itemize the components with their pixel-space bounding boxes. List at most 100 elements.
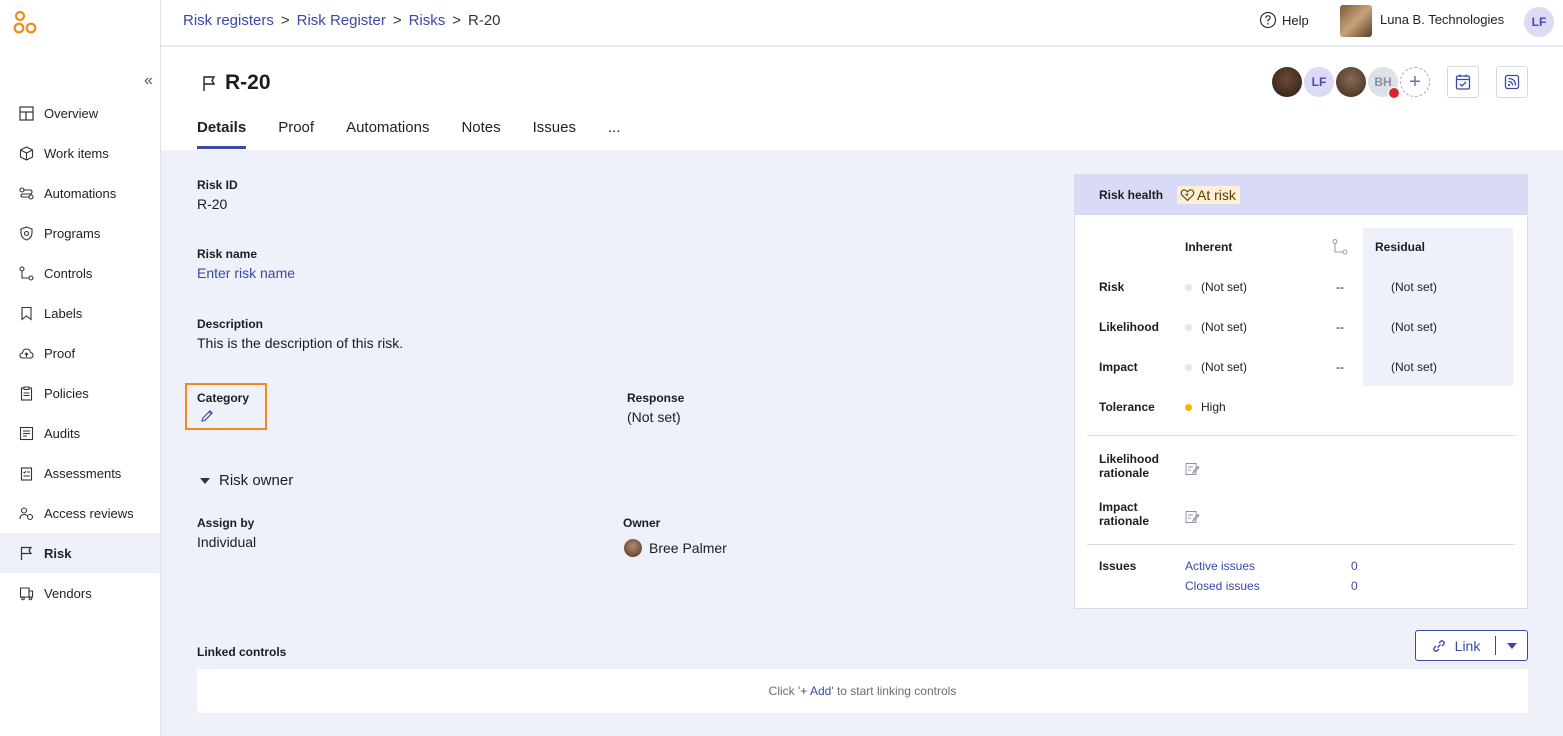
tab-notes[interactable]: Notes: [461, 119, 500, 149]
sidebar-item-label: Proof: [44, 345, 76, 361]
sidebar-item-policies[interactable]: Policies: [0, 373, 160, 413]
breadcrumb-separator: >: [280, 12, 290, 29]
sidebar-item-controls[interactable]: Controls: [0, 253, 160, 293]
likelihood-residual-value[interactable]: (Not set): [1391, 320, 1437, 334]
active-issues-link[interactable]: Active issues: [1185, 559, 1255, 573]
flow-icon[interactable]: [1331, 238, 1349, 256]
assessment-icon: [18, 465, 35, 482]
divider: [1087, 544, 1515, 545]
risk-health-panel: Risk health At risk Inherent Residual Ri…: [1074, 174, 1528, 609]
value-text: (Not set): [1201, 320, 1248, 334]
inherent-header: Inherent: [1185, 240, 1233, 254]
collaborator-avatar-bh[interactable]: BH: [1368, 67, 1400, 99]
audit-icon: [18, 425, 35, 442]
owner-avatar: [624, 539, 642, 557]
task-button[interactable]: [1447, 66, 1479, 98]
impact-inherent-value[interactable]: (Not set): [1185, 360, 1247, 374]
value-text: (Not set): [1201, 280, 1248, 294]
page-header: R-20 Details Proof Automations Notes Iss…: [161, 47, 1563, 150]
collaborator-avatar-lf[interactable]: LF: [1304, 67, 1334, 97]
tolerance-value[interactable]: High: [1185, 400, 1226, 414]
description-value[interactable]: This is the description of this risk.: [197, 335, 403, 351]
add-control-link[interactable]: + Add: [800, 684, 831, 698]
sidebar-item-proof[interactable]: Proof: [0, 333, 160, 373]
feed-button[interactable]: [1496, 66, 1528, 98]
cloud-icon: [18, 345, 35, 362]
label-line: Likelihood: [1099, 452, 1159, 466]
sidebar-item-overview[interactable]: Overview: [0, 93, 160, 133]
sidebar-item-programs[interactable]: Programs: [0, 213, 160, 253]
likelihood-rationale-label: Likelihood rationale: [1099, 452, 1159, 480]
closed-issues-count[interactable]: 0: [1351, 579, 1358, 593]
sidebar-item-risk[interactable]: Risk: [0, 533, 160, 573]
risk-name-input[interactable]: Enter risk name: [197, 265, 295, 281]
collaborator-avatar[interactable]: [1336, 67, 1366, 97]
risk-owner-toggle[interactable]: Risk owner: [199, 472, 293, 489]
edit-note-icon[interactable]: [1185, 462, 1200, 476]
breadcrumb-separator: >: [452, 12, 462, 29]
tab-details[interactable]: Details: [197, 119, 247, 149]
owner-name: Bree Palmer: [649, 540, 727, 556]
linked-controls-label: Linked controls: [197, 645, 287, 659]
caret-down-icon: [200, 477, 210, 484]
link-button-label: Link: [1454, 637, 1481, 654]
tab-issues[interactable]: Issues: [533, 119, 576, 149]
link-button[interactable]: Link: [1416, 636, 1496, 655]
value-text: High: [1201, 400, 1226, 414]
page-title: R-20: [201, 71, 271, 95]
org-avatar[interactable]: [1340, 5, 1372, 37]
level-dot: [1185, 323, 1192, 331]
breadcrumb-risk-registers[interactable]: Risk registers: [183, 12, 274, 29]
response-value[interactable]: (Not set): [627, 409, 681, 425]
label-line: rationale: [1099, 514, 1150, 528]
owner-value[interactable]: Bree Palmer: [624, 539, 727, 557]
tolerance-dot: [1185, 403, 1192, 411]
vendor-icon: [18, 585, 35, 602]
closed-issues-link[interactable]: Closed issues: [1185, 579, 1260, 593]
divider: [1087, 435, 1515, 436]
impact-residual-value[interactable]: (Not set): [1391, 360, 1437, 374]
sidebar-item-automations[interactable]: Automations: [0, 173, 160, 213]
pencil-icon[interactable]: [199, 408, 215, 424]
sidebar-item-label: Programs: [44, 225, 101, 241]
tab-proof[interactable]: Proof: [278, 119, 314, 149]
sidebar-nav: Overview Work items Automations Programs…: [0, 93, 160, 613]
tab-more[interactable]: ...: [608, 119, 621, 149]
risk-residual-value[interactable]: (Not set): [1391, 280, 1437, 294]
help-button[interactable]: Help: [1259, 11, 1309, 29]
controls-icon: [18, 265, 35, 282]
breadcrumb-risk-register[interactable]: Risk Register: [297, 12, 386, 29]
empty-prefix: Click ': [768, 684, 801, 698]
label-line: rationale: [1099, 466, 1150, 480]
shield-icon: [18, 225, 35, 242]
access-review-icon: [18, 505, 35, 522]
breadcrumb-risks[interactable]: Risks: [409, 12, 446, 29]
sidebar-item-access-reviews[interactable]: Access reviews: [0, 493, 160, 533]
app-logo-icon[interactable]: [13, 10, 39, 36]
likelihood-mid-value: --: [1336, 320, 1344, 334]
status-badge: At risk: [1177, 186, 1240, 204]
active-issues-count[interactable]: 0: [1351, 559, 1358, 573]
sidebar-item-label: Controls: [44, 265, 93, 281]
flag-icon: [18, 545, 35, 562]
assign-by-value[interactable]: Individual: [197, 534, 256, 550]
risk-health-header: Risk health At risk: [1075, 175, 1527, 215]
add-collaborator-button[interactable]: +: [1400, 67, 1430, 97]
likelihood-inherent-value[interactable]: (Not set): [1185, 320, 1247, 334]
link-dropdown-button[interactable]: [1496, 642, 1527, 650]
edit-note-icon[interactable]: [1185, 510, 1200, 524]
org-name[interactable]: Luna B. Technologies: [1380, 12, 1504, 27]
sidebar-item-label: Assessments: [44, 465, 122, 481]
sidebar-item-labels[interactable]: Labels: [0, 293, 160, 333]
sidebar-item-vendors[interactable]: Vendors: [0, 573, 160, 613]
sidebar-item-work-items[interactable]: Work items: [0, 133, 160, 173]
likelihood-row-label: Likelihood: [1099, 320, 1159, 334]
risk-inherent-value[interactable]: (Not set): [1185, 280, 1247, 294]
sidebar-item-assessments[interactable]: Assessments: [0, 453, 160, 493]
sidebar-item-audits[interactable]: Audits: [0, 413, 160, 453]
risk-health-label: Risk health: [1099, 188, 1164, 202]
collaborator-avatar[interactable]: [1272, 67, 1302, 97]
user-avatar[interactable]: LF: [1524, 7, 1554, 37]
tab-automations[interactable]: Automations: [346, 119, 429, 149]
collapse-sidebar-icon[interactable]: «: [144, 72, 153, 90]
